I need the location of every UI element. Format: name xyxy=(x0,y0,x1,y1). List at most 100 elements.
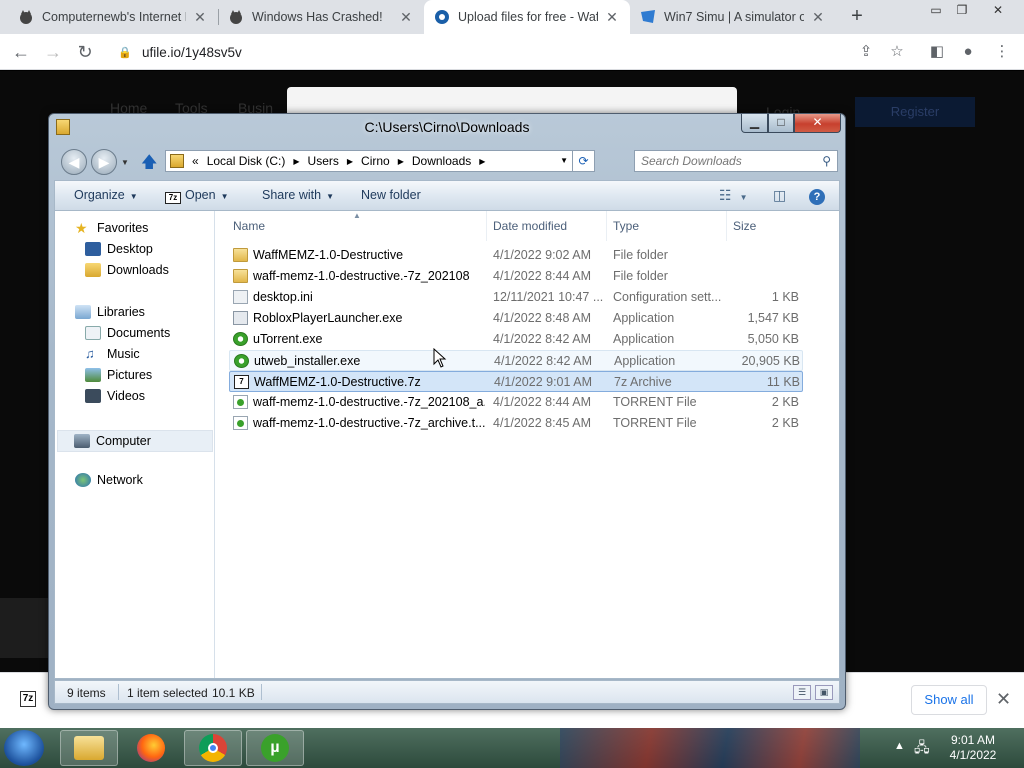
file-row-selected[interactable]: 7 WaffMEMZ-1.0-Destructive.7z 4/1/2022 9… xyxy=(229,371,803,392)
breadcrumb-users[interactable]: Users xyxy=(308,154,339,168)
nav-downloads[interactable]: Downloads xyxy=(85,263,169,277)
nav-videos[interactable]: Videos xyxy=(85,389,145,403)
search-input[interactable]: Search Downloads ⚲ xyxy=(634,150,838,172)
minimize-button[interactable]: ▭ xyxy=(923,2,949,20)
breadcrumb-overflow[interactable]: « xyxy=(192,154,199,168)
breadcrumb-local-disk[interactable]: Local Disk (C:) xyxy=(207,154,286,168)
share-with-menu[interactable]: Share with ▼ xyxy=(262,188,334,202)
breadcrumb-arrow-icon[interactable]: ▶ xyxy=(479,157,485,166)
taskbar-explorer[interactable] xyxy=(60,730,118,766)
back-arrow-icon[interactable]: ◀ xyxy=(61,149,87,175)
tab-win7-simu[interactable]: Win7 Simu | A simulator of ✕ xyxy=(630,0,836,34)
explorer-address-bar[interactable]: « Local Disk (C:) ▶ Users ▶ Cirno ▶ Down… xyxy=(165,150,595,172)
file-date: 4/1/2022 8:42 AM xyxy=(494,354,592,368)
nav-network[interactable]: Network xyxy=(75,473,143,487)
forward-arrow-icon[interactable]: ▶ xyxy=(91,149,117,175)
7zip-archive-icon: 7 xyxy=(234,375,249,389)
breadcrumb-arrow-icon[interactable]: ▶ xyxy=(398,157,404,166)
file-row[interactable]: utweb_installer.exe 4/1/2022 8:42 AM App… xyxy=(229,350,803,371)
open-button[interactable]: 7z Open ▼ xyxy=(165,188,229,204)
restore-button[interactable]: ❐ xyxy=(949,2,975,20)
recaptcha-badge xyxy=(0,598,50,658)
large-icons-view-icon[interactable]: ▣ xyxy=(815,685,833,700)
share-icon[interactable]: ⇪ xyxy=(856,42,876,62)
close-button[interactable]: ✕ xyxy=(794,114,841,133)
bookmark-star-icon[interactable]: ☆ xyxy=(887,42,907,62)
file-date: 4/1/2022 8:44 AM xyxy=(493,395,591,409)
url-text: ufile.io/1y48sv5v xyxy=(142,44,242,60)
help-icon[interactable]: ? xyxy=(809,187,825,205)
refresh-icon[interactable]: ⟳ xyxy=(572,151,594,171)
chevron-down-icon: ▼ xyxy=(220,192,229,201)
taskbar-firefox[interactable] xyxy=(122,730,180,766)
up-arrow-icon[interactable]: 🡅 xyxy=(141,151,157,178)
maximize-button[interactable]: □ xyxy=(768,114,794,133)
details-view-icon[interactable]: ☰ xyxy=(793,685,811,700)
downloads-folder-icon xyxy=(85,263,101,277)
tab-ufile-upload[interactable]: Upload files for free - Waffl ✕ xyxy=(424,0,630,34)
back-button[interactable]: ← xyxy=(10,41,32,63)
file-row[interactable]: waff-memz-1.0-destructive.-7z_202108_a..… xyxy=(229,392,803,413)
file-row[interactable]: WaffMEMZ-1.0-Destructive 4/1/2022 9:02 A… xyxy=(229,245,803,266)
taskbar-utorrent[interactable]: µ xyxy=(246,730,304,766)
profile-avatar-icon[interactable]: ● xyxy=(958,42,978,62)
selection-size: 10.1 KB xyxy=(212,686,255,700)
nav-libraries[interactable]: Libraries xyxy=(75,305,145,319)
star-icon: ★ xyxy=(75,220,88,236)
show-all-button[interactable]: Show all xyxy=(911,685,987,715)
nav-desktop[interactable]: Desktop xyxy=(85,242,153,256)
close-download-bar-icon[interactable]: ✕ xyxy=(996,689,1011,710)
menu-kebab-icon[interactable]: ⋮ xyxy=(992,42,1012,62)
breadcrumb-downloads[interactable]: Downloads xyxy=(412,154,471,168)
nav-music[interactable]: ♫ Music xyxy=(85,347,140,362)
file-date: 12/11/2021 10:47 ... xyxy=(493,290,604,304)
column-type[interactable]: Type xyxy=(607,211,727,241)
nav-label: Favorites xyxy=(97,221,149,235)
recent-pages-dropdown-icon[interactable]: ▼ xyxy=(121,158,129,167)
7zip-icon: 7z xyxy=(165,192,181,204)
close-icon[interactable]: ✕ xyxy=(192,9,208,26)
file-date: 4/1/2022 8:45 AM xyxy=(493,416,591,430)
7z-file-icon[interactable]: 7z xyxy=(20,691,36,707)
close-icon[interactable]: ✕ xyxy=(810,9,826,26)
file-row[interactable]: uTorrent.exe 4/1/2022 8:42 AM Applicatio… xyxy=(229,329,803,350)
address-history-dropdown-icon[interactable]: ▼ xyxy=(560,156,568,165)
new-tab-button[interactable]: + xyxy=(846,6,868,28)
show-hidden-icons-icon[interactable]: ▲ xyxy=(894,740,905,752)
nav-documents[interactable]: Documents xyxy=(85,326,170,340)
system-clock[interactable]: 9:01 AM 4/1/2022 xyxy=(938,733,1008,763)
breadcrumb-arrow-icon[interactable]: ▶ xyxy=(347,157,353,166)
reload-button[interactable]: ↻ xyxy=(74,41,96,63)
file-size: 2 KB xyxy=(771,395,799,409)
file-type: Application xyxy=(613,332,675,346)
file-row[interactable]: RobloxPlayerLauncher.exe 4/1/2022 8:48 A… xyxy=(229,308,803,329)
column-date-modified[interactable]: Date modified xyxy=(487,211,607,241)
tab-windows-crashed[interactable]: Windows Has Crashed! ✕ xyxy=(218,0,424,34)
page-register-button[interactable]: Register xyxy=(855,97,975,127)
file-row[interactable]: waff-memz-1.0-destructive.-7z_archive.t.… xyxy=(229,413,803,434)
nav-favorites[interactable]: ★ Favorites xyxy=(75,221,148,235)
breadcrumb-cirno[interactable]: Cirno xyxy=(361,154,390,168)
column-size[interactable]: Size xyxy=(727,211,807,241)
close-icon[interactable]: ✕ xyxy=(604,9,620,26)
nav-pictures[interactable]: Pictures xyxy=(85,368,152,382)
side-panel-icon[interactable]: ◧ xyxy=(927,42,947,62)
tab-computernewb[interactable]: Computernewb's Internet M ✕ xyxy=(8,0,218,34)
breadcrumb-arrow-icon[interactable]: ▶ xyxy=(293,157,299,166)
file-row[interactable]: desktop.ini 12/11/2021 10:47 ... Configu… xyxy=(229,287,803,308)
close-window-button[interactable]: ✕ xyxy=(985,2,1011,20)
file-row[interactable]: waff-memz-1.0-destructive.-7z_202108 4/1… xyxy=(229,266,803,287)
taskbar-chrome[interactable] xyxy=(184,730,242,766)
preview-pane-icon[interactable]: ◫ xyxy=(773,187,786,204)
address-bar[interactable]: 🔒 ufile.io/1y48sv5v xyxy=(110,38,900,66)
nav-computer[interactable]: Computer xyxy=(57,430,213,452)
minimize-button[interactable]: ▁ xyxy=(741,114,768,133)
view-options-icon[interactable]: ☷ ▼ xyxy=(719,187,747,204)
forward-button[interactable]: → xyxy=(42,41,64,63)
start-button[interactable] xyxy=(4,730,44,766)
organize-menu[interactable]: Organize ▼ xyxy=(74,188,138,202)
new-folder-button[interactable]: New folder xyxy=(361,188,421,202)
file-type: Application xyxy=(614,354,676,368)
close-icon[interactable]: ✕ xyxy=(398,9,414,26)
network-tray-icon[interactable]: 🖧 xyxy=(914,737,930,761)
